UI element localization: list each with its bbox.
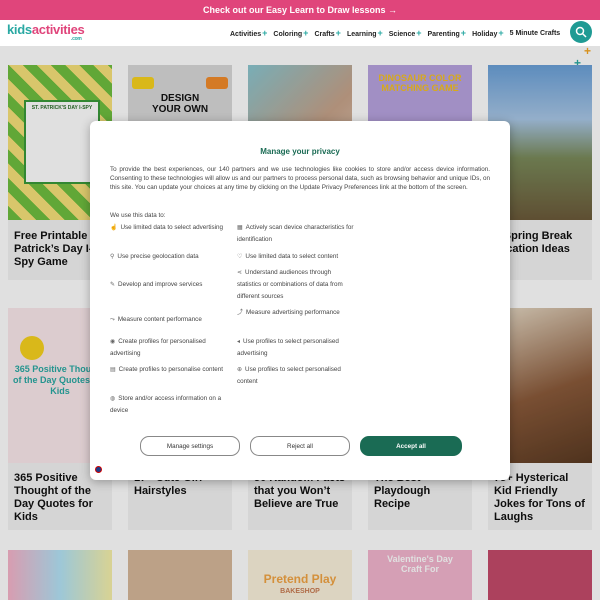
privacy-consent-dialog: Manage your privacy To provide the best … bbox=[90, 121, 510, 480]
heart-icon: ♡ bbox=[237, 254, 243, 260]
purpose-item: ◂ Use profiles to select personalised adv… bbox=[237, 338, 339, 357]
purpose-item: ◍ Store and/or access information on a de… bbox=[110, 395, 222, 414]
search-profile-icon: ⊕ bbox=[237, 367, 243, 373]
uses-label: We use this data to: bbox=[110, 212, 166, 219]
purpose-item: ⤴ Measure advertising performance bbox=[237, 309, 340, 316]
nav-item-coloring[interactable]: Coloring+ bbox=[273, 28, 308, 38]
plus-icon: + bbox=[262, 28, 268, 38]
plus-icon: + bbox=[460, 28, 467, 38]
purpose-item: ⚲ Use precise geolocation data bbox=[110, 253, 199, 260]
nav-item-5-minute-crafts[interactable]: 5 Minute Crafts bbox=[510, 30, 561, 37]
dialog-title: Manage your privacy bbox=[260, 147, 340, 156]
device-icon: ◍ bbox=[110, 396, 116, 402]
reject-all-button[interactable]: Reject all bbox=[250, 436, 350, 456]
purpose-item: ♡ Use limited data to select content bbox=[237, 253, 339, 260]
plus-icon: + bbox=[335, 28, 341, 38]
accept-all-button[interactable]: Accept all bbox=[360, 436, 462, 456]
document-icon: ▤ bbox=[110, 367, 116, 373]
nav-item-learning[interactable]: Learning+ bbox=[347, 28, 383, 38]
ad-icon: ☝ bbox=[110, 225, 118, 231]
plus-icon: + bbox=[303, 28, 309, 38]
site-logo[interactable]: kidsactivities .com bbox=[7, 22, 85, 42]
promo-banner[interactable]: Check out our Easy Learn to Draw lessons… bbox=[0, 0, 600, 20]
dialog-intro-text: To provide the best experiences, our 140… bbox=[110, 166, 490, 191]
nav-item-science[interactable]: Science+ bbox=[389, 28, 422, 38]
search-button[interactable] bbox=[570, 21, 592, 43]
location-icon: ⚲ bbox=[110, 254, 115, 260]
scan-icon: ▦ bbox=[237, 225, 243, 231]
purpose-item: ⊕ Use profiles to select personalised con… bbox=[237, 366, 341, 385]
nav-item-crafts[interactable]: Crafts+ bbox=[314, 28, 341, 38]
purpose-item: ▤ Create profiles to personalise content bbox=[110, 366, 223, 373]
site-header: kidsactivities .com Activities+ Coloring… bbox=[0, 20, 600, 46]
chart-icon: ⤳ bbox=[110, 317, 115, 323]
nav-item-activities[interactable]: Activities+ bbox=[230, 28, 267, 38]
logo-suffix: .com bbox=[71, 36, 82, 42]
share-icon: ⋖ bbox=[237, 270, 243, 276]
manage-settings-button[interactable]: Manage settings bbox=[140, 436, 240, 456]
plus-icon: + bbox=[416, 28, 422, 38]
purpose-item: ⋖ Understand audiences through statistics… bbox=[237, 269, 343, 300]
nav-item-holiday[interactable]: Holiday+ bbox=[472, 28, 504, 38]
plus-icon: + bbox=[377, 28, 383, 38]
language-flag-icon[interactable] bbox=[95, 466, 102, 473]
profile-icon: ◉ bbox=[110, 339, 116, 345]
trend-icon: ⤴ bbox=[237, 310, 244, 316]
tools-icon: ✎ bbox=[110, 282, 116, 288]
logo-part1: kids bbox=[7, 22, 32, 37]
megaphone-icon: ◂ bbox=[237, 339, 241, 345]
nav-item-parenting[interactable]: Parenting+ bbox=[428, 28, 467, 38]
purpose-item: ✎ Develop and improve services bbox=[110, 281, 203, 288]
main-nav: Activities+ Coloring+ Crafts+ Learning+ … bbox=[230, 20, 566, 46]
purpose-item: ◉ Create profiles for personalised advert… bbox=[110, 338, 206, 357]
logo-part2: activities bbox=[31, 22, 85, 37]
search-icon bbox=[575, 26, 587, 38]
purpose-item: ⤳ Measure content performance bbox=[110, 316, 202, 323]
purpose-item: ▦ Actively scan device characteristics fo… bbox=[237, 224, 354, 243]
purpose-item: ☝ Use limited data to select advertising bbox=[110, 224, 224, 231]
plus-icon: + bbox=[498, 28, 504, 38]
promo-text[interactable]: Check out our Easy Learn to Draw lessons… bbox=[203, 5, 397, 15]
